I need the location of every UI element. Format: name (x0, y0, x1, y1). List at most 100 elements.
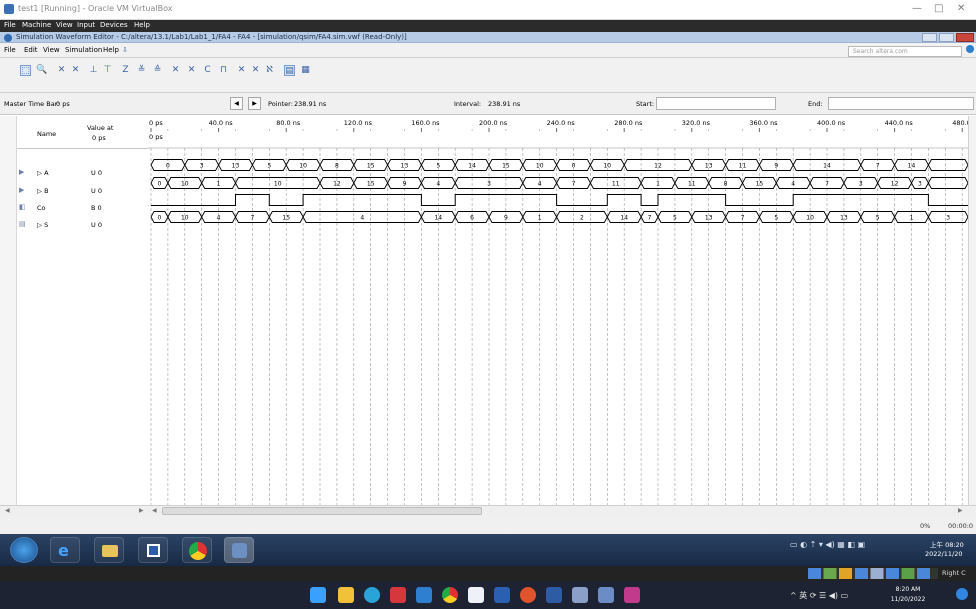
vbox-device-icons[interactable] (808, 568, 938, 579)
waveform-area[interactable]: 0 ps 40.0 ns 80.0 ns 120.0 ns 160.0 ns 200.0 … (148, 116, 968, 505)
chrome-icon[interactable] (442, 587, 458, 603)
guest-taskbar: e ▭ ◐ ⇡ ▾ ◀) ▦ ◧ ▣ 上午 08:20 2022/11/20 (0, 534, 976, 566)
high-impedance-icon[interactable]: Z (120, 65, 131, 76)
bus-value: 3 (200, 163, 204, 170)
notepad-icon[interactable] (468, 587, 484, 603)
weak-low-icon[interactable]: ≚ (136, 65, 147, 76)
app-icon[interactable] (624, 587, 640, 603)
scroll-right-icon[interactable]: ▶ (958, 507, 963, 514)
signal-row-b[interactable]: ▶ ▷ B U 0 (17, 183, 148, 199)
elapsed-time: 00:00:0 (948, 522, 974, 530)
ruler-tick-label: 360.0 ns (749, 119, 778, 127)
vbox-menu-devices[interactable]: Devices (100, 21, 128, 29)
vbox-window-title: test1 [Running] - Oracle VM VirtualBox (18, 4, 173, 13)
vbox-app-icon (4, 4, 14, 14)
acrobat-icon[interactable] (546, 587, 562, 603)
minimize-icon[interactable]: — (912, 3, 922, 14)
clock-value-icon[interactable]: ⊓ (218, 65, 229, 76)
menu-simulation[interactable]: Simulation (65, 46, 102, 54)
app-icon[interactable] (390, 587, 406, 603)
selection-tool-icon[interactable]: ⬚ (20, 65, 31, 76)
start-field[interactable] (656, 97, 776, 110)
bus-value: 1 (217, 181, 221, 188)
guest-quartus-button[interactable] (138, 537, 168, 563)
notification-icon[interactable] (956, 588, 968, 600)
master-time-bar-label: Master Time Bar: (4, 100, 60, 108)
bus-value: 10 (181, 215, 189, 222)
guest-clock-time: 上午 08:20 (930, 541, 964, 549)
next-transition-button[interactable]: ▶ (248, 97, 261, 110)
horizontal-scrollbar[interactable]: ◀ ▶ ◀ ▶ (0, 505, 976, 516)
weak-high-icon[interactable]: ≙ (152, 65, 163, 76)
virtualbox-icon[interactable] (598, 587, 614, 603)
timing-simulation-icon[interactable]: ▦ (300, 65, 311, 76)
vbox-menu-machine[interactable]: Machine (22, 21, 51, 29)
name-column-header[interactable]: Name (37, 130, 56, 138)
vbox-menu-view[interactable]: View (56, 21, 73, 29)
forcing-low-icon[interactable]: ⊥ (88, 65, 99, 76)
bus-value: 10 (603, 163, 611, 170)
scroll-right-icon[interactable]: ▶ (139, 507, 144, 514)
status-bar: 0% 00:00:0 (0, 516, 976, 534)
word-icon[interactable] (494, 587, 510, 603)
app-icon[interactable] (520, 587, 536, 603)
vertical-scrollbar[interactable] (968, 116, 976, 505)
menu-file[interactable]: File (4, 46, 16, 54)
file-explorer-icon[interactable] (338, 587, 354, 603)
master-time-bar-value[interactable]: 0 ps (56, 100, 70, 108)
guest-chrome-button[interactable] (182, 537, 212, 563)
quartus-close-icon[interactable] (956, 33, 974, 42)
forcing-high-icon[interactable]: ⊤ (102, 65, 113, 76)
bus-value: 15 (756, 181, 764, 188)
bus-value: 1 (910, 215, 914, 222)
functional-simulation-icon[interactable]: ▤ (284, 65, 295, 76)
signal-row-co[interactable]: ◧ Co B 0 (17, 200, 148, 216)
guest-simulator-button[interactable] (224, 537, 254, 563)
signal-value: U 0 (91, 221, 102, 229)
windows-start-icon[interactable] (310, 587, 326, 603)
bus-value: 7 (825, 181, 829, 188)
scroll-left-icon[interactable]: ◀ (5, 507, 10, 514)
count-value-icon[interactable]: C (202, 65, 213, 76)
quartus-minimize-icon[interactable] (922, 33, 937, 42)
zoom-tool-icon[interactable]: 🔍 (36, 65, 47, 76)
bus-value: 0 (572, 163, 576, 170)
invert-icon[interactable]: ✕ (186, 65, 197, 76)
snap-icon[interactable]: ℵ (264, 65, 275, 76)
random-value-icon[interactable]: ✕ (250, 65, 261, 76)
ruler-tick-label: 120.0 ns (344, 119, 373, 127)
scroll-thumb[interactable] (162, 507, 482, 515)
scroll-left-icon[interactable]: ◀ (152, 507, 157, 514)
restore-icon[interactable]: □ (934, 3, 943, 14)
vbox-menu-input[interactable]: Input (77, 21, 95, 29)
bus-value: 10 (274, 181, 282, 188)
quartus-restore-icon[interactable] (939, 33, 954, 42)
signal-row-a[interactable]: ▶ ▷ A U 0 (17, 165, 148, 181)
vbox-menu-help[interactable]: Help (134, 21, 150, 29)
close-icon[interactable]: ✕ (957, 3, 965, 14)
prev-transition-button[interactable]: ◀ (230, 97, 243, 110)
guest-start-button[interactable] (10, 537, 38, 563)
help-arrow-icon[interactable]: ⇩ (122, 46, 128, 54)
forcing-unknown-icon[interactable]: ✕ (70, 65, 81, 76)
end-field[interactable] (828, 97, 974, 110)
globe-icon[interactable] (966, 45, 974, 53)
host-tray-icons[interactable]: ^ 英 ⟳ ☰ ◀) ▭ (790, 590, 848, 601)
vscode-icon[interactable] (416, 587, 432, 603)
vbox-menu-file[interactable]: File (4, 21, 16, 29)
uninitialized-icon[interactable]: ✕ (56, 65, 67, 76)
ruler-tick-label: 440.0 ns (885, 119, 914, 127)
signal-row-s[interactable]: ▤ ▷ S U 0 (17, 217, 148, 233)
menu-edit[interactable]: Edit (24, 46, 38, 54)
menu-view[interactable]: View (43, 46, 60, 54)
package-icon[interactable] (572, 587, 588, 603)
dont-care-icon[interactable]: ✕ (170, 65, 181, 76)
edge-icon[interactable] (364, 587, 380, 603)
guest-ie-button[interactable]: e (50, 537, 80, 563)
arbitrary-value-icon[interactable]: ✕ (236, 65, 247, 76)
bus-value: 3 (918, 181, 922, 188)
menu-help[interactable]: Help (103, 46, 119, 54)
guest-explorer-button[interactable] (94, 537, 124, 563)
value-column-header[interactable]: Value at (87, 124, 113, 132)
search-input[interactable]: Search altera.com (848, 46, 962, 57)
